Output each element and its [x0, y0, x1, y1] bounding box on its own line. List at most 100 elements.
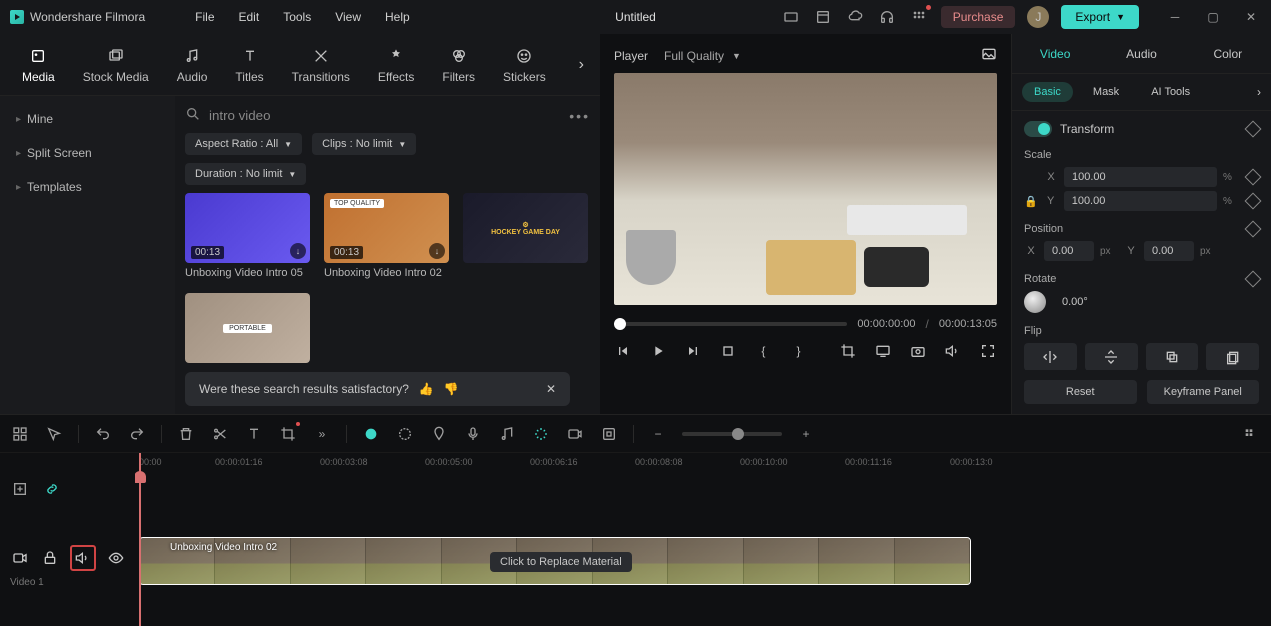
thumbs-down-icon[interactable]: 👎 [444, 382, 459, 396]
subtab-more-icon[interactable]: › [1257, 85, 1261, 99]
tl-crop-icon[interactable] [278, 424, 298, 444]
download-icon[interactable]: ↓ [290, 243, 306, 259]
mark-in-icon[interactable]: { [755, 341, 772, 361]
menu-file[interactable]: File [195, 10, 214, 24]
next-frame-icon[interactable] [684, 341, 701, 361]
tl-speed-icon[interactable] [395, 424, 415, 444]
video-track-icon[interactable] [10, 548, 30, 568]
quality-select[interactable]: Full Quality▼ [664, 49, 741, 63]
display-icon[interactable] [874, 341, 891, 361]
menu-edit[interactable]: Edit [239, 10, 260, 24]
keyframe-diamond-icon[interactable] [1245, 121, 1262, 138]
template-thumb[interactable]: ⚙HOCKEY GAME DAY [463, 193, 588, 279]
prop-tab-video[interactable]: Video [1012, 37, 1098, 71]
tl-render-icon[interactable] [531, 424, 551, 444]
close-icon[interactable]: ✕ [546, 382, 556, 396]
reset-button[interactable]: Reset [1024, 380, 1137, 404]
subtab-basic[interactable]: Basic [1022, 82, 1073, 102]
scrub-track[interactable] [614, 322, 847, 326]
device-icon[interactable] [781, 7, 801, 27]
video-preview[interactable] [614, 73, 997, 305]
sidenav-templates[interactable]: Templates [0, 170, 175, 204]
flip-horizontal-button[interactable] [1024, 343, 1077, 370]
subtab-ai-tools[interactable]: AI Tools [1139, 82, 1202, 102]
prop-tab-color[interactable]: Color [1185, 37, 1271, 71]
apps-grid-icon[interactable] [909, 7, 929, 27]
scrub-handle[interactable] [614, 318, 626, 330]
template-thumb[interactable]: TOP QUALITY 00:13 ↓ Unboxing Video Intro… [324, 193, 449, 279]
stop-icon[interactable] [720, 341, 737, 361]
mark-out-icon[interactable]: } [790, 341, 807, 361]
rotate-knob[interactable] [1024, 291, 1046, 313]
tab-audio[interactable]: Audio [163, 40, 222, 90]
zoom-out-icon[interactable]: − [648, 424, 668, 444]
snapshot-settings-icon[interactable] [981, 46, 997, 65]
keyframe-panel-button[interactable]: Keyframe Panel [1147, 380, 1260, 404]
keyframe-diamond-icon[interactable] [1245, 169, 1262, 186]
search-input[interactable] [209, 108, 561, 123]
scale-y-input[interactable] [1064, 191, 1217, 211]
tab-titles[interactable]: Titles [221, 40, 277, 90]
tl-undo-icon[interactable] [93, 424, 113, 444]
template-thumb[interactable]: 00:13 ↓ Unboxing Video Intro 05 [185, 193, 310, 279]
cloud-icon[interactable] [845, 7, 865, 27]
subtab-mask[interactable]: Mask [1081, 82, 1131, 102]
camera-icon[interactable] [910, 341, 927, 361]
filter-clips[interactable]: Clips : No limit▼ [312, 133, 416, 155]
clip-tooltip[interactable]: Click to Replace Material [490, 552, 632, 572]
visibility-track-icon[interactable] [106, 548, 126, 568]
template-thumb[interactable]: PORTABLE [185, 293, 310, 363]
close-icon[interactable]: ✕ [1241, 7, 1261, 27]
purchase-button[interactable]: Purchase [941, 6, 1016, 28]
link-lock-icon[interactable]: 🔒 [1024, 195, 1038, 208]
user-avatar[interactable]: J [1027, 6, 1049, 28]
flip-paste-button[interactable] [1206, 343, 1259, 370]
save-icon[interactable] [813, 7, 833, 27]
timeline-ruler[interactable]: 00:00 00:00:01:16 00:00:03:08 00:00:05:0… [135, 453, 1271, 479]
tl-delete-icon[interactable] [176, 424, 196, 444]
tl-text-icon[interactable] [244, 424, 264, 444]
flip-copy-button[interactable] [1146, 343, 1199, 370]
download-icon[interactable]: ↓ [429, 243, 445, 259]
more-options-icon[interactable]: ••• [569, 108, 590, 124]
transform-toggle[interactable] [1024, 121, 1052, 137]
tl-mixer-icon[interactable] [497, 424, 517, 444]
maximize-icon[interactable]: ▢ [1203, 7, 1223, 27]
menu-tools[interactable]: Tools [283, 10, 311, 24]
tl-split-icon[interactable] [210, 424, 230, 444]
prop-tab-audio[interactable]: Audio [1098, 37, 1184, 71]
minimize-icon[interactable]: ─ [1165, 7, 1185, 27]
menu-view[interactable]: View [335, 10, 361, 24]
keyframe-diamond-icon[interactable] [1245, 221, 1262, 238]
prev-frame-icon[interactable] [614, 341, 631, 361]
tab-stickers[interactable]: Stickers [489, 40, 560, 90]
sidenav-mine[interactable]: Mine [0, 102, 175, 136]
zoom-in-icon[interactable]: + [796, 424, 816, 444]
playhead[interactable] [139, 453, 141, 626]
volume-icon[interactable] [945, 341, 962, 361]
tl-marker-icon[interactable] [429, 424, 449, 444]
lock-track-icon[interactable] [40, 548, 60, 568]
tl-record-icon[interactable] [565, 424, 585, 444]
sidenav-split-screen[interactable]: Split Screen [0, 136, 175, 170]
thumbs-up-icon[interactable]: 👍 [419, 382, 434, 396]
tab-filters[interactable]: Filters [428, 40, 489, 90]
tl-mic-icon[interactable] [463, 424, 483, 444]
filter-duration[interactable]: Duration : No limit▼ [185, 163, 306, 185]
crop-icon[interactable] [839, 341, 856, 361]
tl-keyframe-icon[interactable] [599, 424, 619, 444]
timeline-clip[interactable]: Unboxing Video Intro 02 Click to Replace… [139, 537, 971, 585]
tl-more-icon[interactable]: » [312, 424, 332, 444]
keyframe-diamond-icon[interactable] [1245, 193, 1262, 210]
zoom-slider[interactable] [682, 432, 782, 436]
export-button[interactable]: Export▼ [1061, 5, 1139, 29]
tab-transitions[interactable]: Transitions [278, 40, 364, 90]
fullscreen-icon[interactable] [980, 341, 997, 361]
pos-x-input[interactable] [1044, 241, 1094, 261]
tl-ai-icon[interactable] [361, 424, 381, 444]
pos-y-input[interactable] [1144, 241, 1194, 261]
menu-help[interactable]: Help [385, 10, 410, 24]
keyframe-diamond-icon[interactable] [1245, 271, 1262, 288]
add-track-icon[interactable] [10, 479, 30, 499]
scale-x-input[interactable] [1064, 167, 1217, 187]
